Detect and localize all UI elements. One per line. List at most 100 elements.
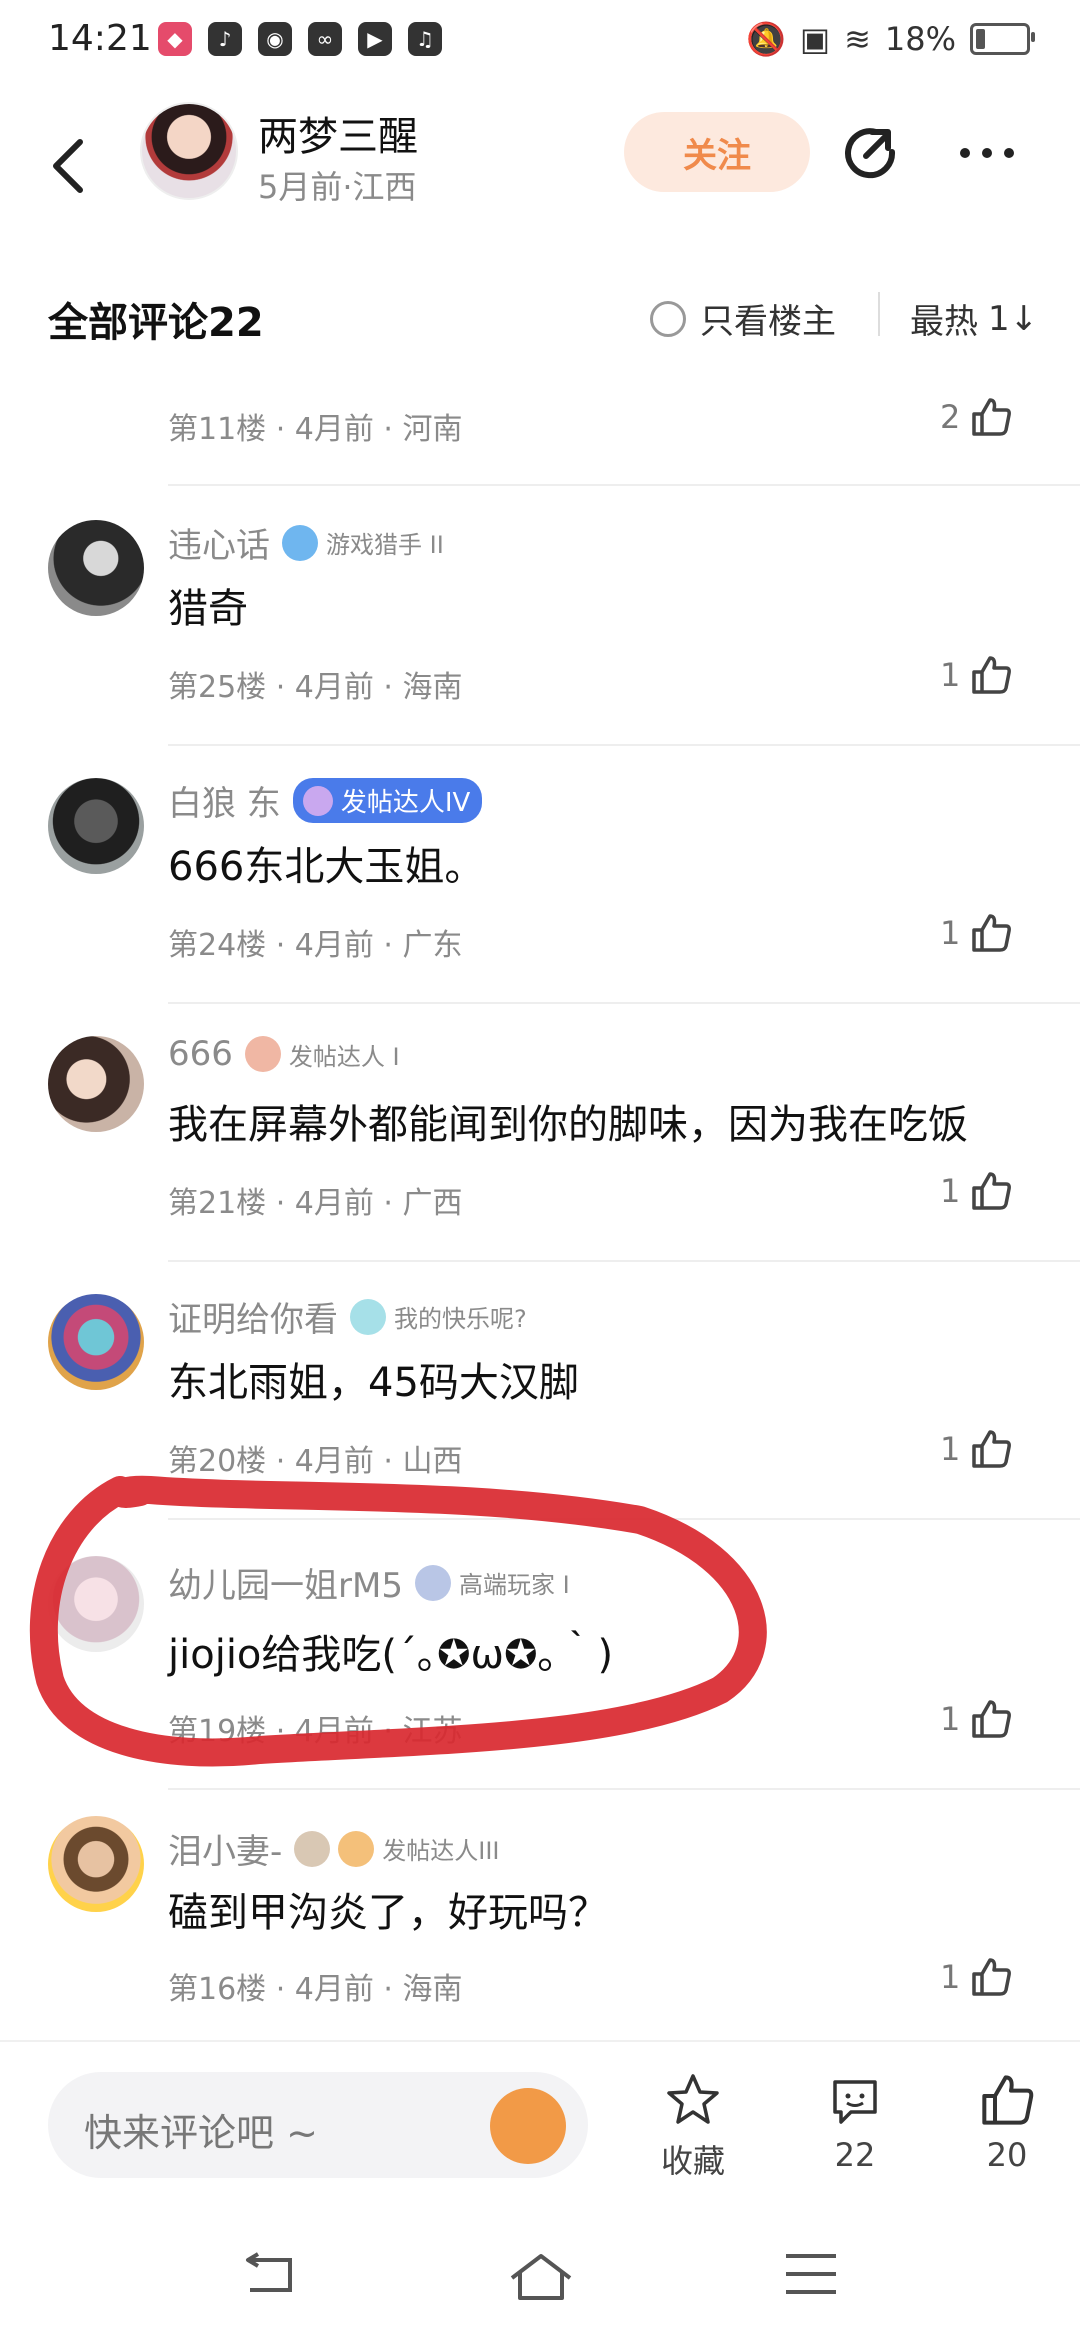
avatar[interactable] — [48, 1294, 144, 1390]
like-count: 1 — [940, 1172, 961, 1210]
like-button[interactable]: 1 — [940, 1698, 1012, 1740]
mascot-emoji-icon[interactable] — [490, 2088, 566, 2164]
sort-icon: 1↓ — [988, 298, 1039, 339]
like-count: 1 — [940, 1430, 961, 1468]
avatar[interactable] — [48, 520, 144, 616]
like-count: 2 — [940, 398, 961, 436]
comment-partial: 第11楼 · 4月前 · 河南 2 — [0, 390, 1080, 490]
comment-item[interactable]: 666 发帖达人 I 我在屏幕外都能闻到你的脚味，因为我在吃饭 第21楼 · 4… — [0, 1016, 1080, 1266]
comment-meta: 第11楼 · 4月前 · 河南 — [168, 412, 463, 447]
comment-input[interactable]: 快来评论吧 ~ — [48, 2072, 588, 2178]
like-post-button[interactable]: 20 — [952, 2072, 1062, 2174]
comments-button[interactable]: 22 — [800, 2072, 910, 2174]
badge-icon — [350, 1298, 386, 1335]
comment-text: 我在屏幕外都能闻到你的脚味，因为我在吃饭 — [168, 1102, 968, 1148]
nav-back-icon[interactable] — [240, 2252, 300, 2298]
thumbs-up-icon — [972, 1958, 1012, 1996]
app-notification-icon: ◆ — [158, 22, 192, 56]
sort-label: 最热 — [910, 302, 978, 342]
user-badge: 游戏猎手 II — [282, 524, 444, 561]
nav-home-icon[interactable] — [508, 2252, 574, 2302]
mute-icon: 🔕 — [745, 20, 786, 58]
thumbs-up-icon — [972, 656, 1012, 694]
link-icon: ∞ — [308, 22, 342, 56]
badge-icon — [414, 1564, 451, 1601]
like-button[interactable]: 2 — [940, 396, 1012, 438]
comment-text: 666东北大玉姐。 — [168, 844, 485, 890]
user-badge: 高端玩家 I — [414, 1564, 570, 1601]
like-button[interactable]: 1 — [940, 912, 1012, 954]
badge-icon — [294, 1830, 331, 1867]
back-arrow-icon[interactable] — [40, 130, 100, 200]
comment-item[interactable]: 幼儿园一姐rM5 高端玩家 I jiojio给我吃(´｡✪ω✪｡｀) 第19楼 … — [0, 1532, 1080, 1790]
wifi-icon: ≋ — [844, 20, 871, 58]
avatar[interactable] — [48, 1556, 144, 1652]
divider — [878, 292, 880, 336]
user-badge: 发帖达人IV — [292, 778, 483, 823]
comment-text: jiojio给我吃(´｡✪ω✪｡｀) — [168, 1632, 614, 1678]
comment-username[interactable]: 证明给你看 — [168, 1292, 338, 1341]
avatar[interactable] — [48, 778, 144, 874]
comment-item[interactable]: 泪小妻- 发帖达人III 磕到甲沟炎了，好玩吗？ 第16楼 · 4月前 · 海南… — [0, 1800, 1080, 2040]
author-avatar[interactable] — [140, 102, 238, 200]
comment-meta: 第20楼 · 4月前 · 山西 — [168, 1444, 463, 1479]
follow-button[interactable]: 关注 — [624, 112, 810, 192]
user-badge: 发帖达人 I — [244, 1036, 400, 1072]
author-name[interactable]: 两梦三醒 — [258, 104, 418, 162]
more-options-icon[interactable] — [960, 138, 1030, 168]
status-bar: 14:21 ◆ ♪ ◉ ∞ ▶ ♫ 🔕 ▣ ≋ 18% — [0, 0, 1080, 86]
nav-menu-icon[interactable] — [784, 2252, 838, 2296]
thumbs-up-icon — [972, 1172, 1012, 1210]
comment-text: 猎奇 — [168, 586, 248, 632]
badge-icon — [338, 1830, 375, 1867]
video-icon: ▶ — [358, 22, 392, 56]
comment-username[interactable]: 泪小妻- — [168, 1824, 282, 1873]
comment-input-placeholder: 快来评论吧 ~ — [84, 2111, 318, 2155]
comment-username[interactable]: 幼儿园一姐rM5 — [168, 1558, 403, 1607]
comment-meta: 第24楼 · 4月前 · 广东 — [168, 928, 463, 963]
user-badge: 发帖达人III — [294, 1830, 500, 1867]
comment-username[interactable]: 白狼 东 — [168, 776, 281, 825]
comment-item[interactable]: 白狼 东 发帖达人IV 666东北大玉姐。 第24楼 · 4月前 · 广东 1 — [0, 758, 1080, 1008]
comment-username[interactable]: 666 — [168, 1034, 233, 1074]
comment-icon — [833, 2080, 877, 2124]
comment-meta: 第21楼 · 4月前 · 广西 — [168, 1186, 463, 1221]
avatar[interactable] — [48, 1816, 144, 1912]
tiktok-icon: ♪ — [208, 22, 242, 56]
badge-icon — [244, 1036, 281, 1072]
status-app-icons: ◆ ♪ ◉ ∞ ▶ ♫ — [158, 22, 442, 56]
thumbs-up-icon — [972, 1700, 1012, 1738]
share-icon[interactable] — [840, 118, 910, 188]
like-button[interactable]: 1 — [940, 1428, 1012, 1470]
comment-meta: 第19楼 · 4月前 · 江苏 — [168, 1714, 463, 1749]
collect-button[interactable]: 收藏 — [638, 2072, 748, 2182]
thumbs-up-icon — [972, 1430, 1012, 1468]
comment-text: 磕到甲沟炎了，好玩吗？ — [168, 1890, 608, 1936]
like-button[interactable]: 1 — [940, 1170, 1012, 1212]
status-right: 🔕 ▣ ≋ 18% — [745, 20, 1035, 58]
music-icon: ♫ — [408, 22, 442, 56]
comments-title: 全部评论22 — [48, 300, 264, 346]
comment-item[interactable]: 证明给你看 我的快乐呢? 东北雨姐，45码大汉脚 第20楼 · 4月前 · 山西… — [0, 1274, 1080, 1524]
user-badge: 我的快乐呢? — [350, 1298, 527, 1335]
like-count: 1 — [940, 1700, 961, 1738]
only-op-toggle[interactable]: 只看楼主 — [650, 294, 836, 343]
badge-icon — [302, 785, 333, 816]
avatar[interactable] — [48, 1036, 144, 1132]
sort-dropdown[interactable]: 最热 1↓ — [910, 294, 1038, 343]
battery-icon — [970, 23, 1035, 55]
like-count: 1 — [940, 914, 961, 952]
only-op-label: 只看楼主 — [700, 302, 836, 342]
comments-toolbar: 全部评论22 只看楼主 最热 1↓ — [0, 270, 1080, 360]
comment-meta: 第25楼 · 4月前 · 海南 — [168, 670, 463, 705]
like-count: 20 — [986, 2136, 1028, 2174]
comment-meta: 第16楼 · 4月前 · 海南 — [168, 1972, 463, 2007]
comment-username[interactable]: 违心话 — [168, 518, 270, 567]
badge-icon — [282, 524, 318, 561]
like-button[interactable]: 1 — [940, 654, 1012, 696]
thumbs-up-icon — [972, 398, 1012, 436]
comment-item[interactable]: 违心话 游戏猎手 II 猎奇 第25楼 · 4月前 · 海南 1 — [0, 500, 1080, 750]
radio-icon[interactable] — [650, 300, 686, 337]
thumbs-up-icon — [972, 914, 1012, 952]
like-button[interactable]: 1 — [940, 1956, 1012, 1998]
